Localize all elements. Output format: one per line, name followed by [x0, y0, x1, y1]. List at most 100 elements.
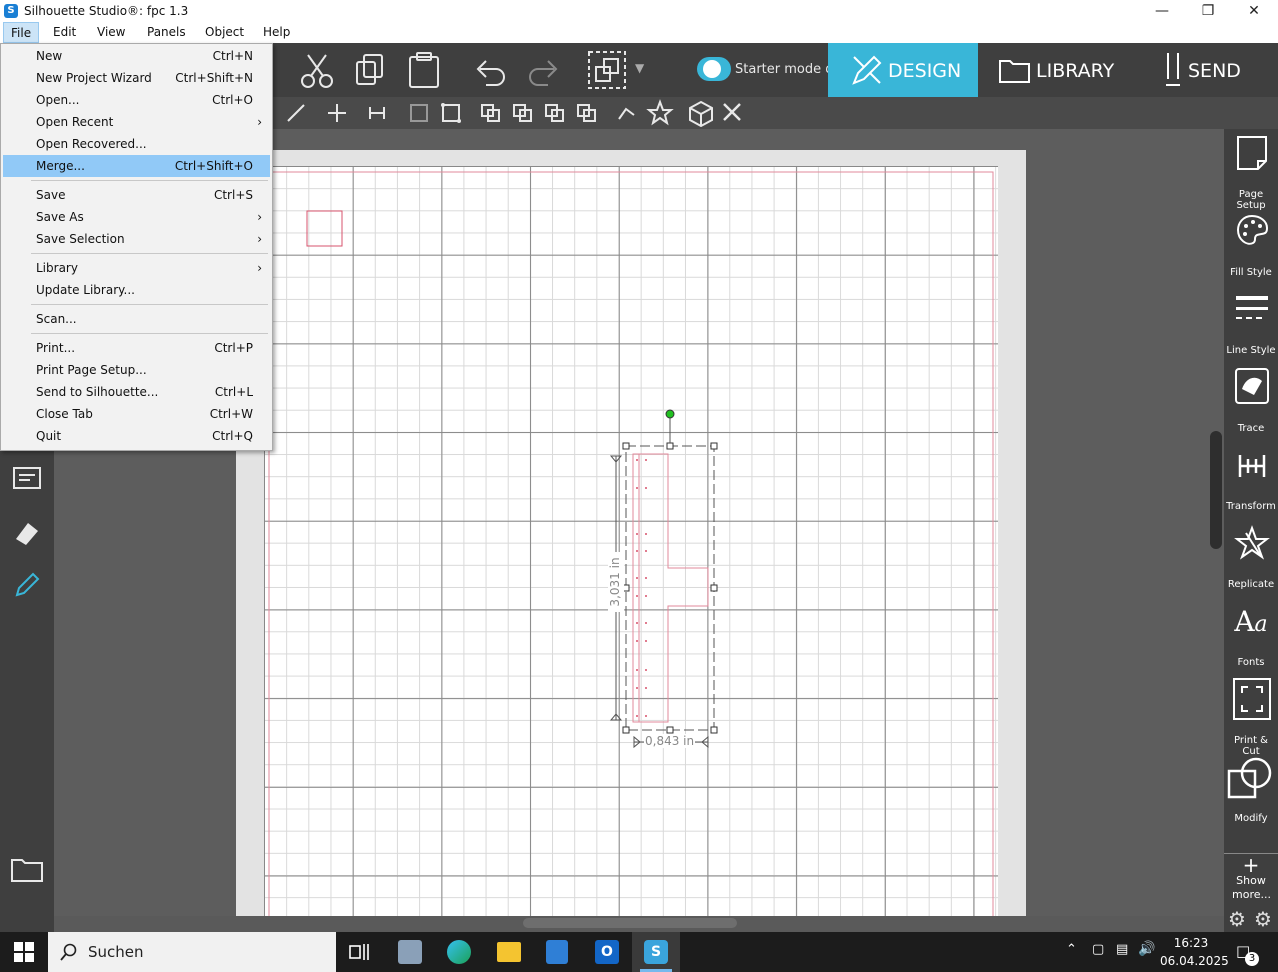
network-icon[interactable]: ▤	[1116, 942, 1128, 957]
menu-new[interactable]: New Ctrl+N	[3, 45, 270, 67]
tab-library-label: LIBRARY	[1036, 60, 1115, 82]
menu-print-page-setup[interactable]: Print Page Setup...	[3, 359, 270, 381]
tab-design[interactable]: DESIGN	[828, 43, 978, 97]
edge-browser-icon[interactable]	[447, 940, 471, 964]
volume-icon[interactable]: 🔊	[1138, 941, 1155, 957]
print-cut-label[interactable]: Print & Cut	[1224, 735, 1278, 757]
photos-app-icon[interactable]	[398, 940, 422, 964]
fill-style-label[interactable]: Fill Style	[1224, 267, 1278, 278]
notification-badge: 3	[1245, 952, 1259, 966]
clock-time[interactable]: 16:23	[1164, 936, 1218, 950]
tab-library[interactable]: LIBRARY	[978, 43, 1118, 97]
star-icon[interactable]	[646, 99, 674, 127]
taskbar-search[interactable]: Suchen	[48, 932, 336, 972]
close-window-button[interactable]: ✕	[1231, 0, 1277, 22]
file-explorer-icon[interactable]	[497, 942, 521, 962]
store-icon[interactable]	[546, 940, 568, 964]
pencil-icon[interactable]	[12, 569, 42, 599]
undo-icon[interactable]	[472, 53, 508, 89]
crop-icon[interactable]	[574, 101, 600, 125]
menu-scan[interactable]: Scan...	[3, 308, 270, 330]
task-view-icon[interactable]	[348, 942, 370, 962]
plus-icon[interactable]: +	[1224, 855, 1278, 875]
menu-send-to-silhouette[interactable]: Send to Silhouette... Ctrl+L	[3, 381, 270, 403]
menu-view[interactable]: View	[90, 22, 132, 43]
fonts-icon[interactable]: Aa	[1224, 605, 1278, 638]
group-dropdown-icon[interactable]: ▼	[635, 61, 644, 75]
redo-icon[interactable]	[526, 53, 562, 89]
menu-open-recovered[interactable]: Open Recovered...	[3, 133, 270, 155]
align-icon[interactable]	[364, 101, 390, 125]
settings-icon[interactable]: ⚙	[1228, 907, 1246, 931]
horizontal-scrollbar[interactable]	[523, 918, 737, 928]
tray-overflow-icon[interactable]: ⌃	[1066, 942, 1077, 957]
width-dimension-label: 0,843 in	[644, 734, 696, 748]
menu-save-as[interactable]: Save As ›	[3, 206, 270, 228]
close-toolbar-icon[interactable]	[720, 101, 746, 125]
tab-send[interactable]: SEND	[1140, 43, 1270, 97]
maximize-button[interactable]: ❐	[1185, 0, 1231, 22]
design-icon	[852, 55, 882, 85]
3d-box-icon[interactable]	[686, 99, 716, 127]
menu-print[interactable]: Print... Ctrl+P	[3, 337, 270, 359]
trace-icon[interactable]	[1234, 367, 1270, 405]
folder-panel-icon[interactable]	[10, 855, 44, 883]
menu-update-library[interactable]: Update Library...	[3, 279, 270, 301]
theme-icon[interactable]: ⚙	[1254, 907, 1272, 931]
intersect-icon[interactable]	[542, 101, 568, 125]
text-panel-icon[interactable]	[12, 465, 42, 493]
modify-label[interactable]: Modify	[1224, 813, 1278, 824]
weld-icon[interactable]	[478, 101, 504, 125]
windows-start-icon[interactable]	[14, 942, 34, 962]
transform-small-icon[interactable]	[438, 101, 464, 125]
transform-icon[interactable]	[1234, 449, 1270, 483]
fill-style-icon[interactable]	[1235, 213, 1269, 249]
line-style-icon[interactable]	[1234, 293, 1270, 325]
clock-date[interactable]: 06.04.2025	[1160, 954, 1229, 968]
replicate-icon[interactable]	[1234, 525, 1270, 561]
transform-label[interactable]: Transform	[1224, 501, 1278, 512]
rotate-handle	[665, 409, 675, 419]
menu-object[interactable]: Object	[198, 22, 251, 43]
submenu-arrow-icon: ›	[257, 115, 262, 129]
menu-open-recent[interactable]: Open Recent ›	[3, 111, 270, 133]
minimize-button[interactable]: —	[1139, 0, 1185, 22]
menu-library[interactable]: Library ›	[3, 257, 270, 279]
print-cut-icon[interactable]	[1232, 677, 1272, 721]
starter-mode-toggle[interactable]	[697, 57, 731, 81]
menu-quit[interactable]: Quit Ctrl+Q	[3, 425, 270, 447]
menu-merge[interactable]: Merge... Ctrl+Shift+O	[3, 155, 270, 177]
fonts-label[interactable]: Fonts	[1224, 657, 1278, 668]
menu-close-tab[interactable]: Close Tab Ctrl+W	[3, 403, 270, 425]
outlook-icon[interactable]: O	[595, 940, 619, 964]
menu-new-project-wizard[interactable]: New Project Wizard Ctrl+Shift+N	[3, 67, 270, 89]
menu-save[interactable]: Save Ctrl+S	[3, 184, 270, 206]
menu-panels[interactable]: Panels	[140, 22, 193, 43]
subtract-icon[interactable]	[510, 101, 536, 125]
copy-icon[interactable]	[352, 51, 392, 91]
show-more-button[interactable]: Show more...	[1224, 874, 1278, 902]
group-icon[interactable]	[586, 49, 630, 91]
menu-file[interactable]: File	[3, 22, 40, 43]
silhouette-taskbar-button[interactable]: S	[632, 932, 680, 972]
meet-icon[interactable]: ▢	[1092, 942, 1104, 957]
edit-points-icon[interactable]	[614, 101, 640, 125]
trace-label[interactable]: Trace	[1224, 423, 1278, 434]
move-icon[interactable]	[324, 101, 350, 125]
line-tool-icon[interactable]	[284, 101, 310, 125]
modify-icon[interactable]	[1226, 755, 1276, 801]
paste-icon[interactable]	[404, 49, 446, 91]
handle-br	[710, 726, 718, 734]
cut-icon[interactable]	[296, 51, 338, 91]
menu-help[interactable]: Help	[256, 22, 297, 43]
eraser-icon[interactable]	[12, 517, 42, 547]
replicate-label[interactable]: Replicate	[1224, 579, 1278, 590]
menu-save-selection[interactable]: Save Selection ›	[3, 228, 270, 250]
vertical-scrollbar[interactable]	[1210, 431, 1222, 549]
scale-icon[interactable]	[406, 101, 432, 125]
menu-open[interactable]: Open... Ctrl+O	[3, 89, 270, 111]
menu-edit[interactable]: Edit	[46, 22, 83, 43]
page-setup-label[interactable]: Page Setup	[1224, 189, 1278, 211]
page-setup-icon[interactable]	[1235, 135, 1269, 173]
line-style-label[interactable]: Line Style	[1224, 345, 1278, 356]
